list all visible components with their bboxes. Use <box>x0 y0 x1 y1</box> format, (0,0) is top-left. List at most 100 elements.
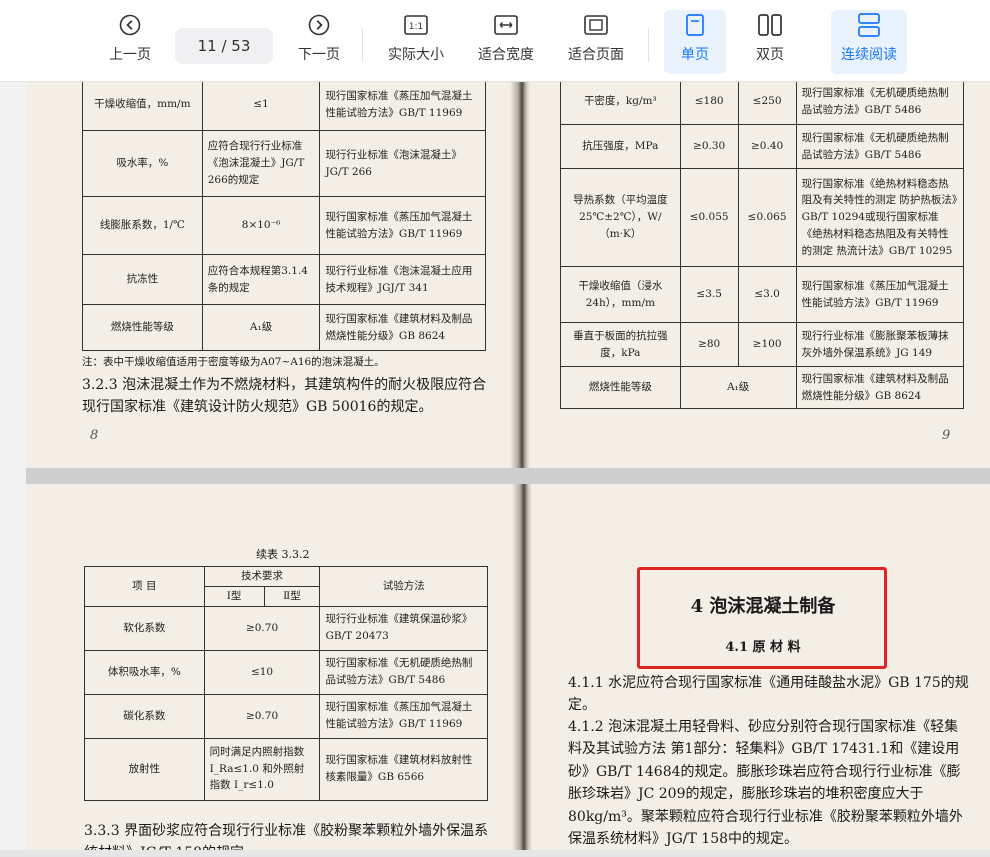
table-row: 放射性 同时满足内照射指数 I_Ra≤1.0 和外照射指数 I_r≤1.0 现行… <box>84 737 488 801</box>
table-row: 线膨胀系数，1/℃ 8×10⁻⁶ 现行国家标准《蒸压加气混凝土性能试验方法》GB… <box>82 196 486 255</box>
table-row: 抗压强度，MPa ≥0.30 ≥0.40 现行国家标准《无机硬质绝热制品试验方法… <box>560 124 965 169</box>
book-gutter <box>512 484 532 850</box>
table-cell: ≤180 <box>679 82 739 125</box>
table-cell: 放射性 <box>84 737 205 801</box>
table-cell: 吸水率，% <box>82 130 203 197</box>
table-cell: 垂直于板面的抗拉强度，kPa <box>560 322 681 367</box>
continuous-reading-button[interactable]: 连续阅读 <box>831 10 907 74</box>
table-cell: 干密度，kg/m³ <box>560 82 681 125</box>
table-row: 导热系数（平均温度25℃±2℃），W/（m·K） ≤0.055 ≤0.065 现… <box>560 168 965 267</box>
toolbar-divider <box>362 28 363 62</box>
table-cell: 应符合现行行业标准《泡沫混凝土》JG/T 266的规定 <box>201 130 321 197</box>
table-cell: 干燥收缩值（浸水24h），mm/m <box>560 266 681 323</box>
horizontal-scrollbar[interactable] <box>0 850 990 857</box>
page-indicator[interactable]: 11 / 53 <box>175 28 273 64</box>
table-header-cell: Ⅱ型 <box>263 585 321 607</box>
table-cell: 8×10⁻⁶ <box>201 196 321 255</box>
highlight-box <box>637 567 887 669</box>
book-gutter <box>510 82 530 468</box>
table-cell: ≥80 <box>679 322 739 367</box>
table-cell: ≥0.70 <box>203 605 321 651</box>
table-cell: ≥0.30 <box>679 124 739 169</box>
table-cell: 现行国家标准《无机硬质绝热制品试验方法》GB/T 5486 <box>795 124 965 169</box>
actual-size-icon: 1:1 <box>404 10 428 40</box>
table-row: 干燥收缩值（浸水24h），mm/m ≤3.5 ≤3.0 现行国家标准《蒸压加气混… <box>560 266 965 323</box>
document-viewport[interactable]: 干燥收缩值，mm/m ≤1 现行国家标准《蒸压加气混凝土性能试验方法》GB/T … <box>26 82 990 850</box>
table-cell: 现行行业标准《膨胀聚苯板薄抹灰外墙外保温系统》JG 149 <box>795 322 965 367</box>
table-cell: 现行国家标准《蒸压加气混凝土性能试验方法》GB/T 11969 <box>319 196 486 255</box>
table-cell: 体积吸水率，% <box>84 649 205 695</box>
fit-page-label: 适合页面 <box>568 47 624 63</box>
table-header-cell: 项 目 <box>84 566 205 607</box>
table-cell: ≤3.5 <box>679 266 739 323</box>
table-row: 碳化系数 ≥0.70 现行国家标准《蒸压加气混凝土性能试验方法》GB/T 119… <box>84 693 488 739</box>
table-cell: 现行国家标准《建筑材料及制品燃烧性能分级》GB 8624 <box>319 304 486 351</box>
actual-size-label: 实际大小 <box>388 47 444 63</box>
table-cell: 现行行业标准《泡沫混凝土应用技术规程》JGJ/T 341 <box>319 254 486 305</box>
table-cell: 现行国家标准《蒸压加气混凝土性能试验方法》GB/T 11969 <box>795 266 965 323</box>
table-cell: 现行国家标准《无机硬质绝热制品试验方法》GB/T 5486 <box>319 649 488 695</box>
table-cell: ≤1 <box>201 82 321 131</box>
prev-page-button[interactable]: 上一页 <box>103 10 157 74</box>
table-cell: 燃烧性能等级 <box>82 304 203 351</box>
clause-4-1-1: 4.1.1 水泥应符合现行国家标准《通用硅酸盐水泥》GB 175的规定。 <box>568 675 969 714</box>
table-row: 垂直于板面的抗拉强度，kPa ≥80 ≥100 现行行业标准《膨胀聚苯板薄抹灰外… <box>560 322 965 367</box>
table-cell: ≤0.065 <box>737 168 797 267</box>
fit-width-icon <box>494 10 518 40</box>
table-cell: 现行国家标准《蒸压加气混凝土性能试验方法》GB/T 11969 <box>319 82 486 131</box>
table-cell: 碳化系数 <box>84 693 205 739</box>
table-cell: A₁级 <box>679 366 797 409</box>
table-cell: ≤250 <box>737 82 797 125</box>
table-row: 燃烧性能等级 A₁级 现行国家标准《建筑材料及制品燃烧性能分级》GB 8624 <box>82 304 486 351</box>
table-cell: 导热系数（平均温度25℃±2℃），W/（m·K） <box>560 168 681 267</box>
page10-table: 项 目 技术要求 试验方法 Ⅰ型 Ⅱ型 软化系数 ≥0.70 现行行业标准《建筑… <box>84 566 488 801</box>
table-cell: 现行国家标准《绝热材料稳态热阻及有关特性的测定 防护热板法》GB/T 10294… <box>795 168 965 267</box>
viewer-toolbar: 上一页 11 / 53 下一页 1:1 实际大小 适合宽度 适合页面 单页 双页… <box>0 0 990 82</box>
fit-width-label: 适合宽度 <box>478 47 534 63</box>
table-cell: 现行行业标准《泡沫混凝土》JG/T 266 <box>319 130 486 197</box>
page8-table: 干燥收缩值，mm/m ≤1 现行国家标准《蒸压加气混凝土性能试验方法》GB/T … <box>82 82 486 351</box>
fit-page-button[interactable]: 适合页面 <box>562 10 630 74</box>
fit-width-button[interactable]: 适合宽度 <box>472 10 540 74</box>
table-cell: 同时满足内照射指数 I_Ra≤1.0 和外照射指数 I_r≤1.0 <box>203 737 321 801</box>
table-cell: 现行国家标准《蒸压加气混凝土性能试验方法》GB/T 11969 <box>319 693 488 739</box>
table-cell: ≤0.055 <box>679 168 739 267</box>
next-page-button[interactable]: 下一页 <box>292 10 346 74</box>
table-row: 体积吸水率，% ≤10 现行国家标准《无机硬质绝热制品试验方法》GB/T 548… <box>84 649 488 695</box>
table-cell: ≥0.40 <box>737 124 797 169</box>
page-spread-8-9: 干燥收缩值，mm/m ≤1 现行国家标准《蒸压加气混凝土性能试验方法》GB/T … <box>26 82 990 468</box>
table-row: 吸水率，% 应符合现行行业标准《泡沫混凝土》JG/T 266的规定 现行行业标准… <box>82 130 486 197</box>
table-cell: ≥100 <box>737 322 797 367</box>
next-page-label: 下一页 <box>298 47 340 63</box>
table-cell: 现行国家标准《建筑材料放射性核素限量》GB 6566 <box>319 737 488 801</box>
chevron-left-circle-icon <box>119 10 141 40</box>
single-page-label: 单页 <box>681 47 709 63</box>
table-cell: 软化系数 <box>84 605 205 651</box>
svg-text:1:1: 1:1 <box>409 22 423 32</box>
table-cell: 干燥收缩值，mm/m <box>82 82 203 131</box>
table-cell: 线膨胀系数，1/℃ <box>82 196 203 255</box>
continuous-reading-icon <box>858 10 880 40</box>
table-cell: 抗冻性 <box>82 254 203 305</box>
single-page-button[interactable]: 单页 <box>664 10 726 74</box>
table-header-cell: Ⅰ型 <box>203 585 265 607</box>
table-header-cell: 试验方法 <box>319 566 488 607</box>
table-row: 干密度，kg/m³ ≤180 ≤250 现行国家标准《无机硬质绝热制品试验方法》… <box>560 82 965 125</box>
prev-page-label: 上一页 <box>109 47 151 63</box>
table-cell: 现行行业标准《建筑保温砂浆》GB/T 20473 <box>319 605 488 651</box>
double-page-icon <box>758 10 782 40</box>
table-header-row: 项 目 技术要求 试验方法 <box>84 566 488 607</box>
double-page-button[interactable]: 双页 <box>742 10 798 74</box>
table-cell: A₁级 <box>201 304 321 351</box>
page-number: 8 <box>90 428 99 443</box>
clause-3-2-3: 3.2.3 泡沫混凝土作为不燃烧材料，其建筑构件的耐火极限应符合现行国家标准《建… <box>82 377 487 416</box>
actual-size-button[interactable]: 1:1 实际大小 <box>382 10 450 74</box>
table-row: 干燥收缩值，mm/m ≤1 现行国家标准《蒸压加气混凝土性能试验方法》GB/T … <box>82 82 486 131</box>
page-number: 9 <box>942 428 951 443</box>
table-cell: ≤10 <box>203 649 321 695</box>
table-cell: 现行国家标准《无机硬质绝热制品试验方法》GB/T 5486 <box>795 82 965 125</box>
table-row: 软化系数 ≥0.70 现行行业标准《建筑保温砂浆》GB/T 20473 <box>84 605 488 651</box>
page9-table: 干密度，kg/m³ ≤180 ≤250 现行国家标准《无机硬质绝热制品试验方法》… <box>560 82 965 409</box>
table-cell: 现行国家标准《建筑材料及制品燃烧性能分级》GB 8624 <box>795 366 965 409</box>
table-cell: ≥0.70 <box>203 693 321 739</box>
